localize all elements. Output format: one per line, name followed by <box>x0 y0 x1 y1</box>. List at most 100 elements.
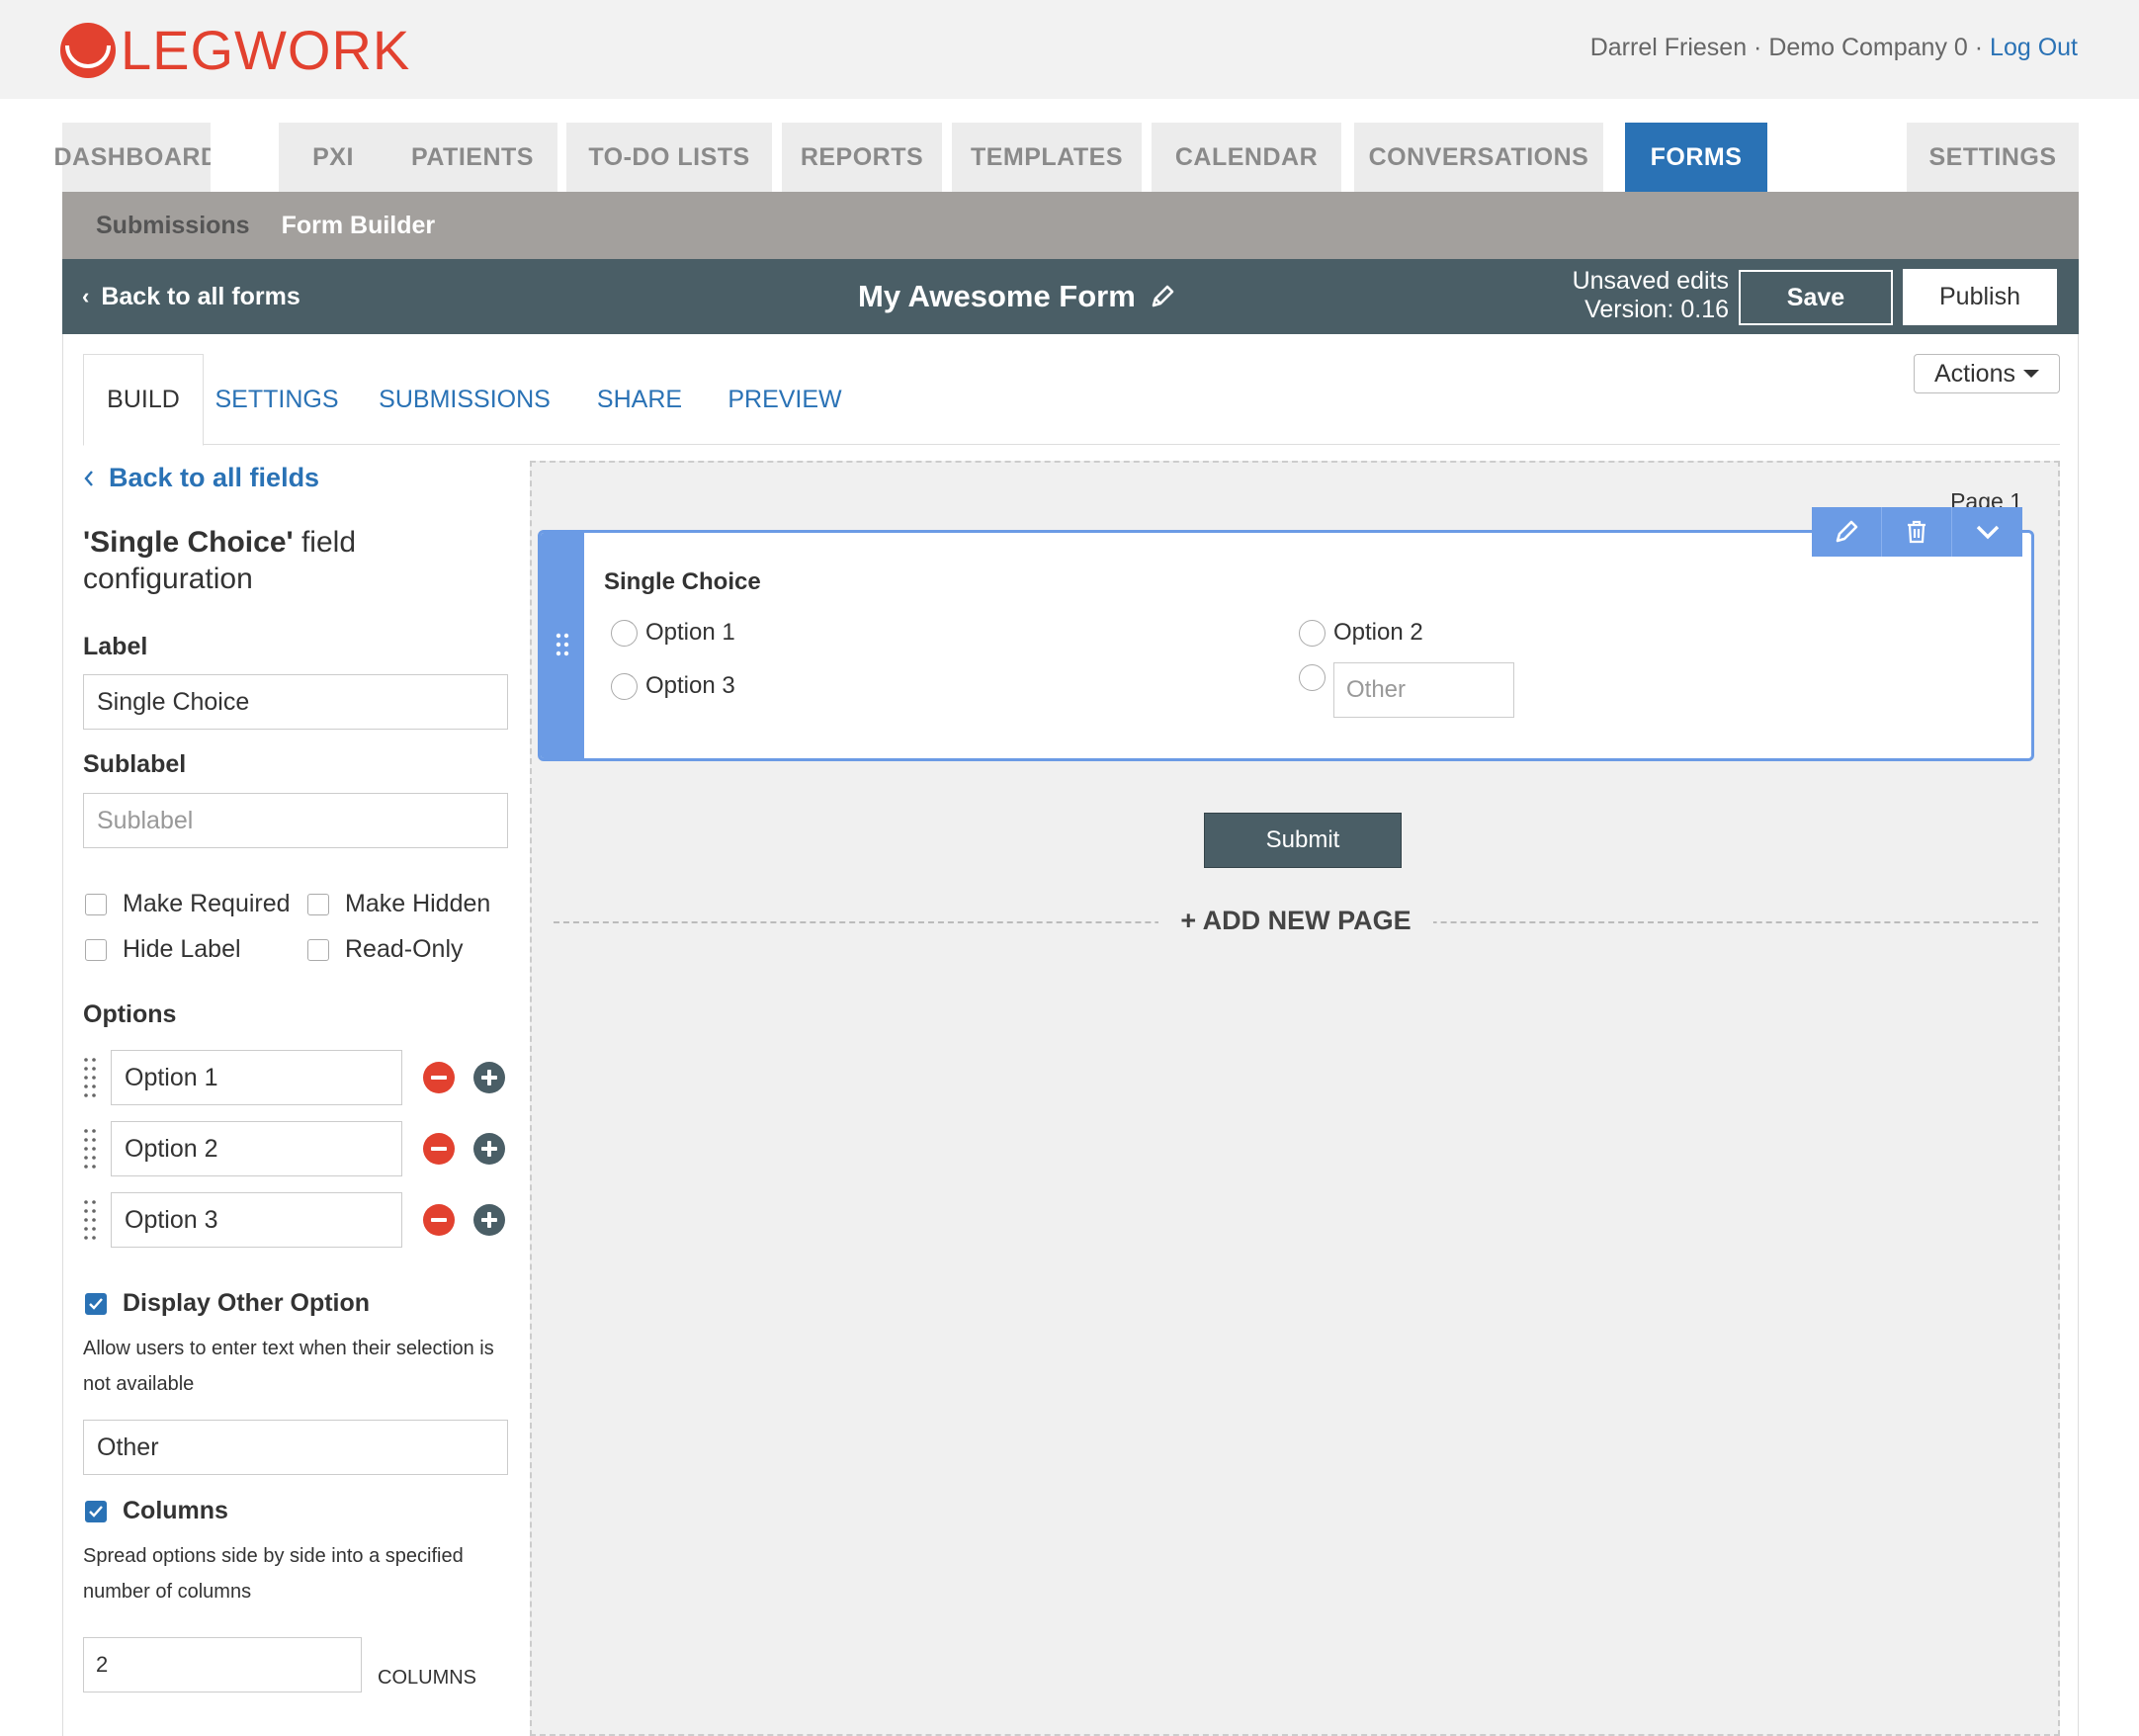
add-option-icon[interactable] <box>473 1062 505 1093</box>
other-label-input[interactable]: Other <box>83 1420 508 1475</box>
make-required-checkbox[interactable]: Make Required <box>85 890 291 918</box>
radio-circle <box>611 619 638 647</box>
columns-help: Spread options side by side into a speci… <box>83 1545 464 1603</box>
field-label: Single Choice <box>604 568 761 595</box>
columns-label: Columns <box>123 1497 228 1524</box>
tab-settings[interactable]: SETTINGS <box>204 354 350 446</box>
field-card-single-choice[interactable]: Single Choice <box>538 507 2034 761</box>
subnav-form-builder[interactable]: Form Builder <box>282 212 436 240</box>
tab-preview[interactable]: PREVIEW <box>716 354 854 446</box>
back-to-fields-label: Back to all fields <box>109 463 320 492</box>
nav-tab-conversations[interactable]: CONVERSATIONS <box>1354 123 1603 192</box>
back-to-forms-link[interactable]: ‹ Back to all forms <box>82 259 300 334</box>
option-input[interactable]: Option 2 <box>111 1121 402 1176</box>
field-drag-handle[interactable] <box>541 533 584 758</box>
option-row: Option 2 <box>83 1121 518 1176</box>
actions-dropdown[interactable]: Actions <box>1914 354 2060 393</box>
builder-tabs: BUILD SETTINGS SUBMISSIONS SHARE PREVIEW <box>83 354 2060 446</box>
save-button[interactable]: Save <box>1739 270 1893 325</box>
logo-text: LEGWORK <box>121 19 411 81</box>
nav-tab-calendar[interactable]: CALENDAR <box>1152 123 1341 192</box>
nav-tab-settings[interactable]: SETTINGS <box>1907 123 2079 192</box>
form-title[interactable]: My Awesome Form <box>858 259 1175 334</box>
hide-label-checkbox[interactable]: Hide Label <box>85 935 241 964</box>
drag-handle-icon[interactable] <box>83 1056 97 1099</box>
remove-option-icon[interactable] <box>423 1133 455 1165</box>
add-option-icon[interactable] <box>473 1133 505 1165</box>
pencil-icon[interactable] <box>1150 284 1175 309</box>
make-required-label: Make Required <box>123 890 291 917</box>
config-title: 'Single Choice' field configuration <box>83 524 498 597</box>
nav-tab-dashboard[interactable]: DASHBOARD <box>54 123 218 192</box>
radio-option-other[interactable]: Other <box>1299 662 1514 718</box>
form-title-text: My Awesome Form <box>858 279 1136 313</box>
nav-tab-forms[interactable]: FORMS <box>1625 123 1767 192</box>
option-row: Option 3 <box>83 1192 518 1248</box>
option-input[interactable]: Option 1 <box>111 1050 402 1105</box>
make-hidden-checkbox[interactable]: Make Hidden <box>307 890 490 918</box>
display-other-label: Display Other Option <box>123 1289 371 1317</box>
label-heading: Label <box>83 633 148 660</box>
tab-submissions[interactable]: SUBMISSIONS <box>366 354 563 446</box>
check-icon <box>89 1505 103 1518</box>
read-only-checkbox[interactable]: Read-Only <box>307 935 464 964</box>
add-page-row: + ADD NEW PAGE <box>554 906 2038 941</box>
publish-button[interactable]: Publish <box>1903 269 2057 325</box>
logo[interactable]: LEGWORK <box>59 20 410 81</box>
add-option-icon[interactable] <box>473 1204 505 1236</box>
remove-option-icon[interactable] <box>423 1204 455 1236</box>
company-name: Demo Company 0 <box>1768 34 1968 61</box>
sublabel-heading: Sublabel <box>83 750 187 778</box>
tab-share[interactable]: SHARE <box>585 354 694 446</box>
back-to-fields-link[interactable]: Back to all fields <box>83 463 319 493</box>
columns-count-input[interactable]: 2 <box>83 1637 362 1693</box>
other-text-input[interactable]: Other <box>1333 662 1514 718</box>
edit-field-button[interactable] <box>1812 507 1882 557</box>
drag-handle-icon[interactable] <box>83 1198 97 1242</box>
radio-option-label: Option 1 <box>645 619 735 646</box>
version-label: Version: 0.16 <box>1584 296 1729 323</box>
actions-label: Actions <box>1934 359 2015 388</box>
option-input[interactable]: Option 3 <box>111 1192 402 1248</box>
legwork-logo-icon <box>60 23 116 78</box>
trash-icon <box>1908 520 1925 544</box>
sublabel-input[interactable]: Sublabel <box>83 793 508 848</box>
label-input[interactable]: Single Choice <box>83 674 508 730</box>
form-canvas: Page 1 Single Choice Option 1 Option 2 O… <box>530 461 2060 1736</box>
checkbox-box <box>307 893 329 915</box>
drag-handle-icon[interactable] <box>83 1127 97 1171</box>
logout-link[interactable]: Log Out <box>1990 34 2078 61</box>
nav-tab-templates[interactable]: TEMPLATES <box>952 123 1142 192</box>
user-name: Darrel Friesen <box>1589 34 1748 61</box>
columns-checkbox[interactable]: Columns <box>85 1497 228 1525</box>
nav-tab-pxi[interactable]: PXI <box>279 123 387 192</box>
display-other-checkbox[interactable]: Display Other Option <box>85 1289 370 1318</box>
add-new-page-button[interactable]: + ADD NEW PAGE <box>554 906 2038 936</box>
subnav-submissions[interactable]: Submissions <box>96 212 250 240</box>
make-hidden-label: Make Hidden <box>345 890 491 917</box>
caret-down-icon <box>2022 370 2039 378</box>
remove-option-icon[interactable] <box>423 1062 455 1093</box>
nav-tab-patients[interactable]: PATIENTS <box>387 123 557 192</box>
radio-option[interactable]: Option 2 <box>1299 619 1423 647</box>
collapse-field-button[interactable] <box>1952 507 2022 557</box>
nav-tab-reports[interactable]: REPORTS <box>782 123 942 192</box>
checkbox-box <box>85 893 107 915</box>
drag-handle-icon <box>556 633 569 656</box>
radio-option[interactable]: Option 3 <box>611 672 735 700</box>
nav-tab-todo-lists[interactable]: TO-DO LISTS <box>566 123 772 192</box>
builder-panel: BUILD SETTINGS SUBMISSIONS SHARE PREVIEW… <box>62 334 2079 1736</box>
delete-field-button[interactable] <box>1882 507 1952 557</box>
separator: · <box>1974 34 1984 61</box>
tab-build[interactable]: BUILD <box>83 354 204 446</box>
hide-label-label: Hide Label <box>123 935 241 963</box>
unsaved-edits-label: Unsaved edits <box>1572 267 1729 295</box>
radio-option[interactable]: Option 1 <box>611 619 735 647</box>
radio-circle <box>611 672 638 700</box>
radio-option-label: Option 2 <box>1333 619 1423 646</box>
options-heading: Options <box>83 1000 177 1028</box>
check-icon <box>89 1297 103 1310</box>
option-row: Option 1 <box>83 1050 518 1105</box>
submit-button[interactable]: Submit <box>1204 813 1402 868</box>
checkbox-checked <box>85 1292 107 1315</box>
